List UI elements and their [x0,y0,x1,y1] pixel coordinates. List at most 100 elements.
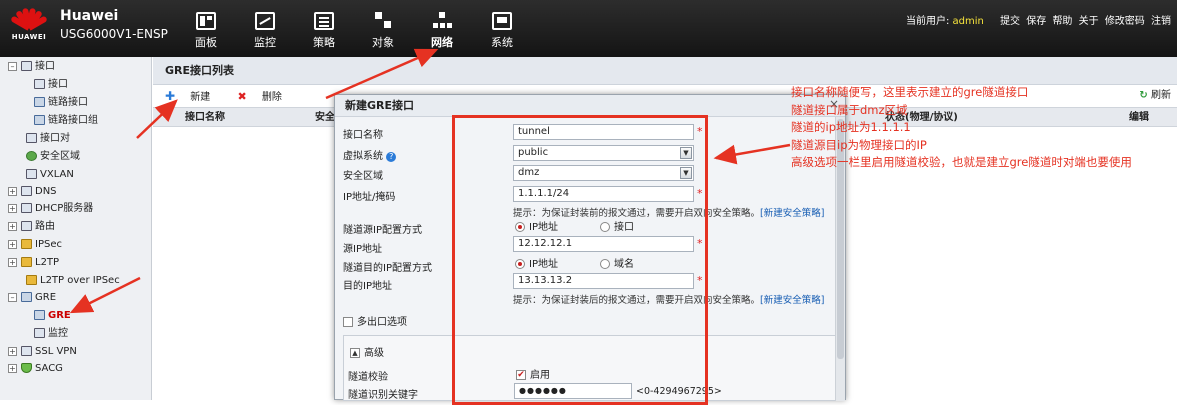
delete-button[interactable]: ✖ 删除 [237,90,293,103]
tree-item-l2tp[interactable]: + L2TP [8,254,59,272]
dashboard-icon [196,12,216,30]
change-password-link[interactable]: 修改密码 [1105,16,1145,27]
monitor-screen-icon [34,328,45,338]
nav-monitor[interactable]: 监控 [245,12,285,50]
interface-name-label: 接口名称 [343,130,383,141]
col-security[interactable]: 安全 [315,108,335,127]
tunnel-dst-mode-label: 隧道目的IP配置方式 [343,263,432,274]
system-icon [492,12,512,30]
tree-item-route[interactable]: + 路由 [8,218,55,236]
save-link[interactable]: 保存 [1026,16,1046,27]
tree-item-link-interface-group[interactable]: 链路接口组 [34,112,98,130]
tree-item-gre-monitor[interactable]: 监控 [34,325,68,343]
refresh-icon: ↻ [1139,90,1148,101]
tree-item-vxlan[interactable]: VXLAN [26,166,74,184]
nav-network[interactable]: 网络 [422,12,462,50]
multi-exit-checkbox[interactable]: 多出口选项 [343,313,407,328]
logo-text: HUAWEI [11,33,47,41]
new-policy-link[interactable]: [新建安全策略] [760,208,824,219]
annotation-box [452,115,708,405]
expand-icon[interactable]: + [8,239,17,249]
panel-title: GRE接口列表 [153,57,1177,85]
annotation-line: 隧道接口属于dmz区域 [791,102,908,117]
tree-item-dns[interactable]: + DNS [8,183,57,201]
dst-ip-label: 目的IP地址 [343,281,392,292]
logout-link[interactable]: 注销 [1151,16,1171,27]
refresh-button[interactable]: ↻ 刷新 [1139,85,1171,107]
dhcp-icon [21,203,32,213]
security-zone-label: 安全区域 [343,171,383,182]
col-edit[interactable]: 编辑 [1129,108,1149,127]
device-model: USG6000V1-ENSP [60,27,168,41]
network-icon [432,12,452,30]
globe-icon [26,151,37,161]
tree-item-interface-pair[interactable]: 接口对 [26,130,70,148]
help-icon[interactable]: ? [386,152,397,162]
collapse-icon: ▲ [350,348,360,358]
annotation-notes: 接口名称随便写，这里表示建立的gre隧道接口 隧道接口属于dmz区域 隧道的ip… [791,84,1132,172]
nav-dashboard[interactable]: 面板 [186,12,226,50]
ipsec-icon [21,239,32,249]
interface-pair-icon [26,133,37,143]
new-button[interactable]: ✚ 新建 [165,89,222,103]
tunnel-src-mode-label: 隧道源IP配置方式 [343,225,422,236]
tree-item-interface[interactable]: – 接口 [8,58,55,76]
brand-name: Huawei [60,8,119,24]
current-user-label: 当前用户: [905,16,950,27]
tree-item-security-zone[interactable]: 安全区域 [26,148,80,166]
tree-item-ipsec[interactable]: + IPSec [8,236,62,254]
col-interface-name[interactable]: 接口名称 [185,108,225,127]
link-group-icon [34,115,45,125]
tree-item-gre[interactable]: – GRE [8,289,56,307]
huawei-logo: HUAWEI [8,6,50,50]
interface-icon [34,79,45,89]
help-link[interactable]: 帮助 [1052,16,1072,27]
expand-icon[interactable]: + [8,363,17,373]
delete-icon: ✖ [237,90,247,103]
nav-policy[interactable]: 策略 [304,12,344,50]
nav-system[interactable]: 系统 [482,12,522,50]
commit-link[interactable]: 提交 [1000,16,1020,27]
tree-item-l2tp-over-ipsec[interactable]: L2TP over IPSec [26,272,120,290]
tree-item-ssl-vpn[interactable]: + SSL VPN [8,343,77,361]
gre-icon [34,310,45,320]
route-icon [21,221,32,231]
annotation-line: 高级选项一栏里启用隧道校验，也就是建立gre隧道时对端也要使用 [791,155,1132,169]
policy-icon [314,12,334,30]
monitor-screen-icon [26,169,37,179]
nav-tree: – 接口 接口 链路接口 链路接口组 接口对 安全区域 VXLAN + DNS + D… [0,57,152,400]
user-area: 当前用户: admin 提交 保存 帮助 关于 修改密码 注销 [906,12,1171,27]
nav-object[interactable]: 对象 [363,12,403,50]
expand-icon[interactable]: + [8,346,17,356]
annotation-line: 隧道源目ip为物理接口的IP [791,137,927,152]
l2tp-icon [21,257,32,267]
gre-icon [21,292,32,302]
virtual-system-label: 虚拟系统 ? [343,147,397,162]
annotation-line: 接口名称随便写，这里表示建立的gre隧道接口 [791,85,1029,99]
advanced-toggle[interactable]: ▲ 高级 [350,344,384,359]
object-icon [373,12,393,30]
l2tp-ipsec-icon [26,275,37,285]
expand-icon[interactable]: + [8,203,17,213]
tree-item-interface-sub[interactable]: 接口 [34,76,68,94]
tunnel-check-label: 隧道校验 [348,372,388,383]
tree-item-gre-sub[interactable]: GRE [34,307,71,325]
tree-item-sacg[interactable]: + SACG [8,360,63,378]
expand-icon[interactable]: + [8,186,17,196]
current-user-name: admin [952,16,984,27]
tree-item-dhcp[interactable]: + DHCP服务器 [8,200,93,218]
annotation-line: 隧道的ip地址为1.1.1.1 [791,120,911,134]
collapse-icon[interactable]: – [8,292,17,302]
top-header: HUAWEI Huawei USG6000V1-ENSP 面板 监控 策略 对象… [0,0,1177,57]
interface-icon [21,61,32,71]
ssl-vpn-icon [21,346,32,356]
about-link[interactable]: 关于 [1079,16,1099,27]
dns-icon [21,186,32,196]
collapse-icon[interactable]: – [8,61,17,71]
expand-icon[interactable]: + [8,221,17,231]
src-ip-label: 源IP地址 [343,244,382,255]
expand-icon[interactable]: + [8,257,17,267]
tree-item-link-interface[interactable]: 链路接口 [34,94,88,112]
ip-mask-label: IP地址/掩码 [343,192,396,203]
new-policy-link[interactable]: [新建安全策略] [760,295,824,306]
